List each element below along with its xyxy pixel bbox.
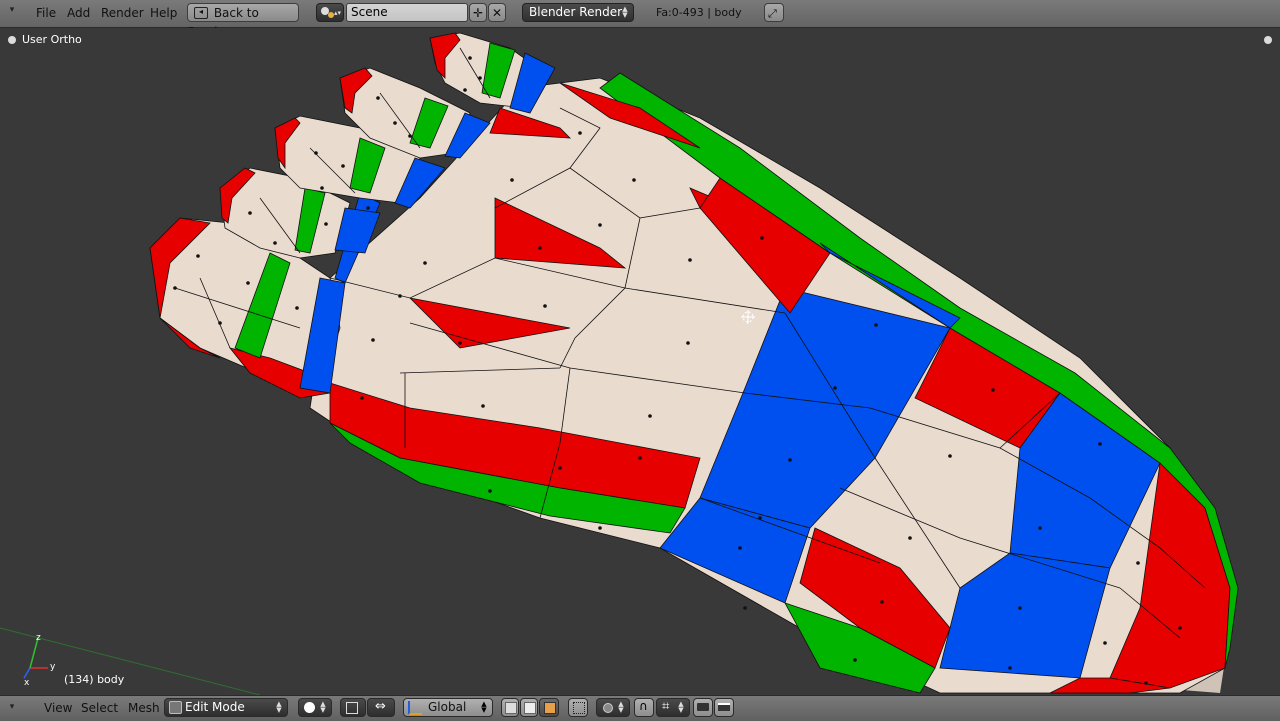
close-icon: ✕ [492, 6, 503, 20]
active-object-label: (134) body [64, 673, 125, 686]
clapper-icon [718, 703, 730, 711]
edge-select-button[interactable] [520, 698, 538, 717]
3d-viewport[interactable]: User Ortho y z x (134) body [0, 28, 1280, 695]
chevron-updown-icon: ▲ ▼ [618, 700, 624, 714]
fullscreen-toggle-button[interactable]: ⤢ [764, 3, 784, 22]
menu-mesh[interactable]: Mesh [128, 701, 160, 715]
snap-toggle-button[interactable]: ∩ [634, 698, 654, 717]
menu-help[interactable]: Help [150, 6, 177, 20]
editor-type-icon[interactable]: ▾ [6, 701, 18, 713]
chevron-updown-icon: ▲ ▼ [678, 700, 684, 714]
menu-add[interactable]: Add [67, 6, 90, 20]
mode-label: Edit Mode [185, 700, 245, 714]
mesh-canvas[interactable] [0, 28, 1280, 695]
back-to-previous-button[interactable]: ◂ Back to Previous [187, 3, 299, 39]
chevron-updown-icon: ▲ ▼ [622, 5, 628, 19]
snap-element-select[interactable]: ⌗ ▲ ▼ [656, 698, 690, 717]
orientation-label: Global [428, 700, 467, 714]
transform-orientation-select[interactable]: Global ▲ ▼ [403, 698, 493, 717]
axis-label-y: y [50, 662, 56, 672]
bottom-header: ▾ View Select Mesh Edit Mode ▲ ▼ ▲ ▼ ⇔ Glo… [0, 695, 1280, 721]
menu-select[interactable]: Select [81, 701, 118, 715]
manipulator-icon: ⇔ [375, 699, 386, 714]
foot-mesh [149, 32, 1239, 694]
top-header: ▾ File Add Render Help ◂ Back to Previou… [0, 0, 1280, 39]
opengl-render-button[interactable] [693, 698, 713, 717]
chevron-updown-icon: ▲ ▼ [481, 700, 487, 714]
fullscreen-icon: ⤢ [768, 7, 777, 20]
chevron-updown-icon: ▲ ▼ [320, 700, 326, 714]
menu-render[interactable]: Render [101, 6, 144, 20]
vertex-select-button[interactable] [501, 698, 519, 717]
chevron-updown-icon: ▲ ▼ [276, 700, 282, 714]
scene-browse-button[interactable]: ▴▾ [316, 3, 344, 22]
menu-file[interactable]: File [36, 6, 56, 20]
add-scene-button[interactable]: ✛ [469, 3, 487, 22]
scene-statistics: Fa:0-493 | body [656, 6, 742, 19]
magnet-icon: ∩ [639, 699, 648, 713]
occlude-icon [573, 702, 585, 714]
limit-selection-visible-button[interactable] [568, 698, 588, 717]
opengl-render-animation-button[interactable] [714, 698, 734, 717]
viewport-shading-select[interactable]: ▲ ▼ [298, 698, 332, 717]
manipulator-toggle-button[interactable]: ⇔ [367, 698, 395, 717]
editor-type-icon[interactable]: ▾ [6, 4, 18, 16]
camera-icon [697, 703, 709, 711]
axis-gizmo-icon [23, 637, 48, 679]
snap-grid-icon: ⌗ [662, 699, 670, 714]
axis-label-x: x [24, 678, 30, 688]
plus-icon: ✛ [473, 6, 484, 20]
chevron-updown-icon: ▴▾ [333, 9, 341, 17]
scene-name-field[interactable]: Scene [346, 3, 468, 22]
orientation-icon [408, 701, 422, 715]
face-select-button[interactable] [539, 698, 559, 717]
mode-select[interactable]: Edit Mode ▲ ▼ [164, 698, 288, 717]
face-select-icon [544, 702, 556, 714]
pivot-icon [346, 702, 358, 714]
pivot-point-select[interactable] [340, 698, 366, 717]
edit-mode-icon [169, 701, 182, 714]
proportional-edit-select[interactable]: ▲ ▼ [596, 698, 630, 717]
menu-view[interactable]: View [44, 701, 72, 715]
back-icon: ◂ [194, 6, 208, 19]
axis-label-z: z [36, 633, 41, 643]
render-engine-label: Blender Render [529, 5, 623, 19]
solid-shading-icon [304, 702, 315, 713]
vertex-select-icon [505, 702, 517, 714]
render-engine-select[interactable]: Blender Render ▲ ▼ [522, 3, 634, 22]
delete-scene-button[interactable]: ✕ [488, 3, 506, 22]
proportional-edit-icon [603, 703, 613, 713]
edge-select-icon [524, 702, 536, 714]
